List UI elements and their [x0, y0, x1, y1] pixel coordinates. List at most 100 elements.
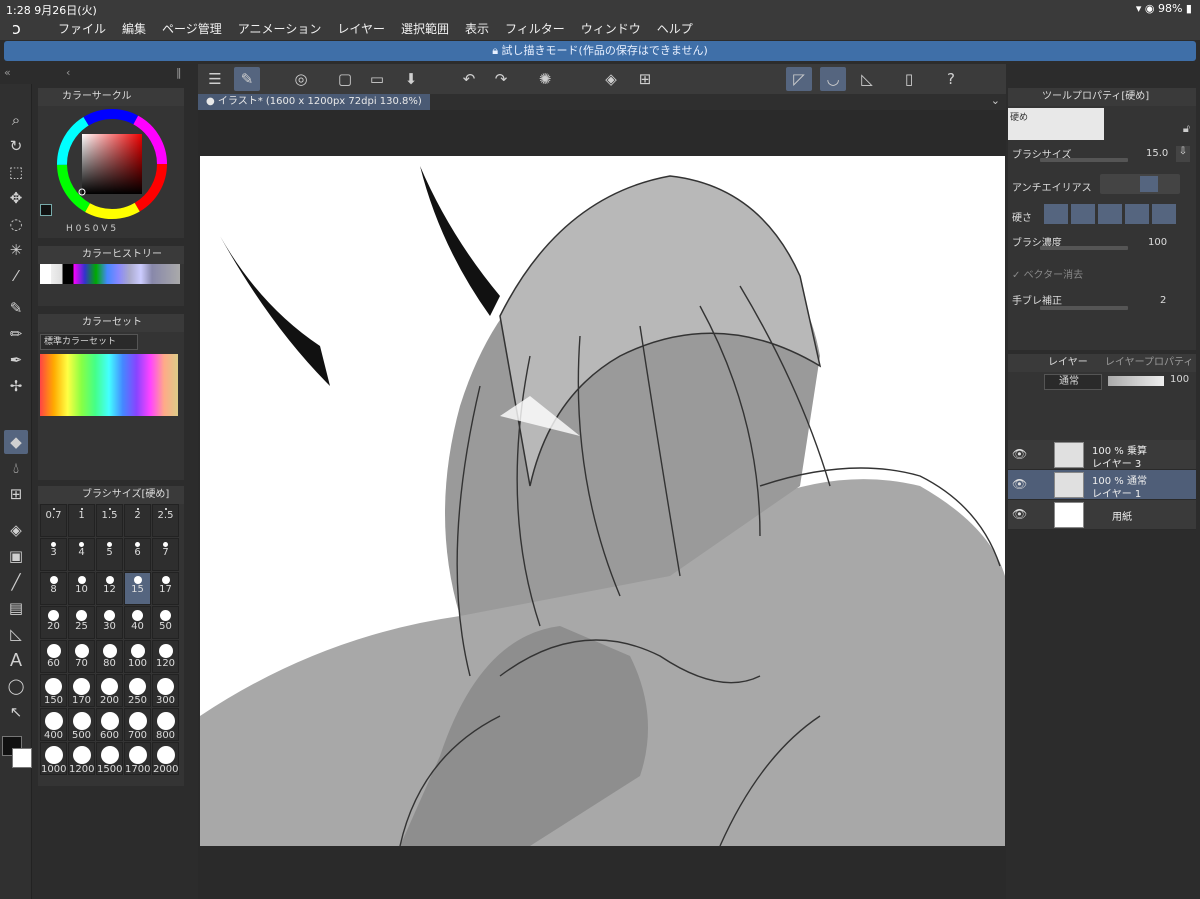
text-icon[interactable]: A [4, 648, 28, 672]
menu-edit[interactable]: 編集 [114, 20, 154, 37]
opacity-slider[interactable] [1108, 376, 1164, 386]
brush-size-option[interactable]: 5 [96, 538, 123, 571]
menu-page[interactable]: ページ管理 [154, 20, 230, 37]
brush-size-option[interactable]: 2.5 [152, 504, 179, 537]
brush-size-option[interactable]: 300 [152, 674, 179, 707]
drawing-canvas[interactable] [200, 156, 1005, 846]
history-swatches[interactable] [40, 264, 180, 284]
menu-filter[interactable]: フィルター [497, 20, 573, 37]
magic-wand-icon[interactable]: ✳ [4, 238, 28, 262]
brush-size-option[interactable]: 8 [40, 572, 67, 605]
brush-size-option[interactable]: 800 [152, 708, 179, 741]
brush-size-option[interactable]: 1700 [124, 742, 151, 775]
panel-grip-icon[interactable]: ‖ [176, 66, 182, 79]
brush-size-option[interactable]: 1 [68, 504, 95, 537]
app-logo-icon[interactable]: ↄ [12, 19, 30, 38]
brush-size-option[interactable]: 600 [96, 708, 123, 741]
document-tab[interactable]: ● イラスト* (1600 x 1200px 72dpi 130.8%) [198, 94, 430, 110]
brush-size-option[interactable]: 200 [96, 674, 123, 707]
open-file-icon[interactable]: ▭ [364, 67, 390, 91]
brush-size-option[interactable]: 4 [68, 538, 95, 571]
frame-icon[interactable]: ▤ [4, 596, 28, 620]
brush-size-option[interactable]: 400 [40, 708, 67, 741]
eyedropper-icon[interactable]: ⁄ [4, 264, 28, 288]
brush-size-option[interactable]: 250 [124, 674, 151, 707]
blend-mode-select[interactable]: 通常 [1044, 374, 1102, 390]
brush-size-option[interactable]: 0.7 [40, 504, 67, 537]
brush-preview[interactable]: 硬め [1008, 108, 1104, 140]
color-set-grid[interactable] [40, 354, 178, 416]
collapse-left-icon[interactable]: « [4, 66, 11, 79]
hardness-selector[interactable] [1044, 204, 1176, 224]
menu-icon[interactable]: ☰ [202, 67, 228, 91]
brush-size-option[interactable]: 60 [40, 640, 67, 673]
brush-size-option[interactable]: 70 [68, 640, 95, 673]
color-set-dropdown[interactable]: 標準カラーセット [40, 334, 138, 350]
brush-size-option[interactable]: 40 [124, 606, 151, 639]
eye-icon[interactable]: 👁︎ [1012, 507, 1027, 521]
fill-command-icon[interactable]: ◈ [598, 67, 624, 91]
gradient-icon[interactable]: ▣ [4, 544, 28, 568]
brush-size-option[interactable]: 120 [152, 640, 179, 673]
brush-size-option[interactable]: 2 [124, 504, 151, 537]
download-icon[interactable]: ⇩ [1176, 146, 1190, 162]
brush-size-option[interactable]: 1.5 [96, 504, 123, 537]
pen-icon[interactable]: ✎ [4, 296, 28, 320]
brush-size-option[interactable]: 500 [68, 708, 95, 741]
menu-window[interactable]: ウィンドウ [573, 20, 649, 37]
zoom-icon[interactable]: ⌕ [4, 108, 28, 132]
menu-view[interactable]: 表示 [457, 20, 497, 37]
brush-size-option[interactable]: 3 [40, 538, 67, 571]
chevron-down-icon[interactable]: ⌄ [991, 94, 1000, 107]
blend-icon[interactable]: 💧︎ [4, 456, 28, 480]
brush-size-option[interactable]: 30 [96, 606, 123, 639]
menu-layer[interactable]: レイヤー [329, 20, 393, 37]
fill-icon[interactable]: ◈ [4, 518, 28, 542]
decoration-icon[interactable]: ⊞ [4, 482, 28, 506]
brush-size-option[interactable]: 1200 [68, 742, 95, 775]
brush-size-option[interactable]: 700 [124, 708, 151, 741]
density-row[interactable]: ブラシ濃度 100 [1012, 234, 1196, 258]
tab-layer[interactable]: レイヤー [1048, 357, 1088, 368]
ruler-icon[interactable]: ◺ [4, 622, 28, 646]
transform-icon[interactable]: ⊞ [632, 67, 658, 91]
menu-selection[interactable]: 選択範囲 [393, 20, 457, 37]
antialias-selector[interactable] [1100, 174, 1180, 194]
brush-size-option[interactable]: 15 [124, 572, 151, 605]
lock-icon[interactable]: 🔓︎ [1183, 122, 1190, 136]
eye-icon[interactable]: 👁︎ [1012, 447, 1027, 461]
brush-size-option[interactable]: 20 [40, 606, 67, 639]
brush-size-option[interactable]: 7 [152, 538, 179, 571]
snap-special-icon[interactable]: ◡ [820, 67, 846, 91]
redo-icon[interactable]: ↷ [488, 67, 514, 91]
brush-icon[interactable]: ✒ [4, 348, 28, 372]
loading-icon[interactable]: ✺ [532, 67, 558, 91]
brush-size-option[interactable]: 25 [68, 606, 95, 639]
rotate-icon[interactable]: ↻ [4, 134, 28, 158]
snap-grid-icon[interactable]: ◺ [854, 67, 880, 91]
brush-size-slider[interactable] [1040, 158, 1128, 162]
brush-size-option[interactable]: 1500 [96, 742, 123, 775]
stabilizer-slider[interactable] [1040, 306, 1128, 310]
brush-size-row[interactable]: ブラシサイズ 15.0 ⇩ [1012, 146, 1196, 170]
brush-size-option[interactable]: 6 [124, 538, 151, 571]
menu-help[interactable]: ヘルプ [649, 20, 701, 37]
new-file-icon[interactable]: ▢ [332, 67, 358, 91]
layer-row-3[interactable]: 👁︎ 100 % 乗算 レイヤー 3 [1008, 440, 1196, 470]
vector-erase-row[interactable]: ✓ ベクター消去 [1012, 266, 1196, 290]
brush-size-option[interactable]: 10 [68, 572, 95, 605]
brush-size-option[interactable]: 170 [68, 674, 95, 707]
menu-file[interactable]: ファイル [50, 20, 114, 37]
lasso-icon[interactable]: ◌ [4, 212, 28, 236]
pencil-icon[interactable]: ✏ [4, 322, 28, 346]
companion-icon[interactable]: ◎ [288, 67, 314, 91]
color-wheel[interactable] [38, 106, 184, 238]
move-icon[interactable]: ✥ [4, 186, 28, 210]
device-icon[interactable]: ▯ [896, 67, 922, 91]
correction-icon[interactable]: ↖ [4, 700, 28, 724]
balloon-icon[interactable]: ◯ [4, 674, 28, 698]
brush-size-option[interactable]: 150 [40, 674, 67, 707]
object-select-icon[interactable]: ⬚ [4, 160, 28, 184]
layer-row-1[interactable]: 👁︎ 100 % 通常 レイヤー 1 [1008, 470, 1196, 500]
brush-size-option[interactable]: 80 [96, 640, 123, 673]
